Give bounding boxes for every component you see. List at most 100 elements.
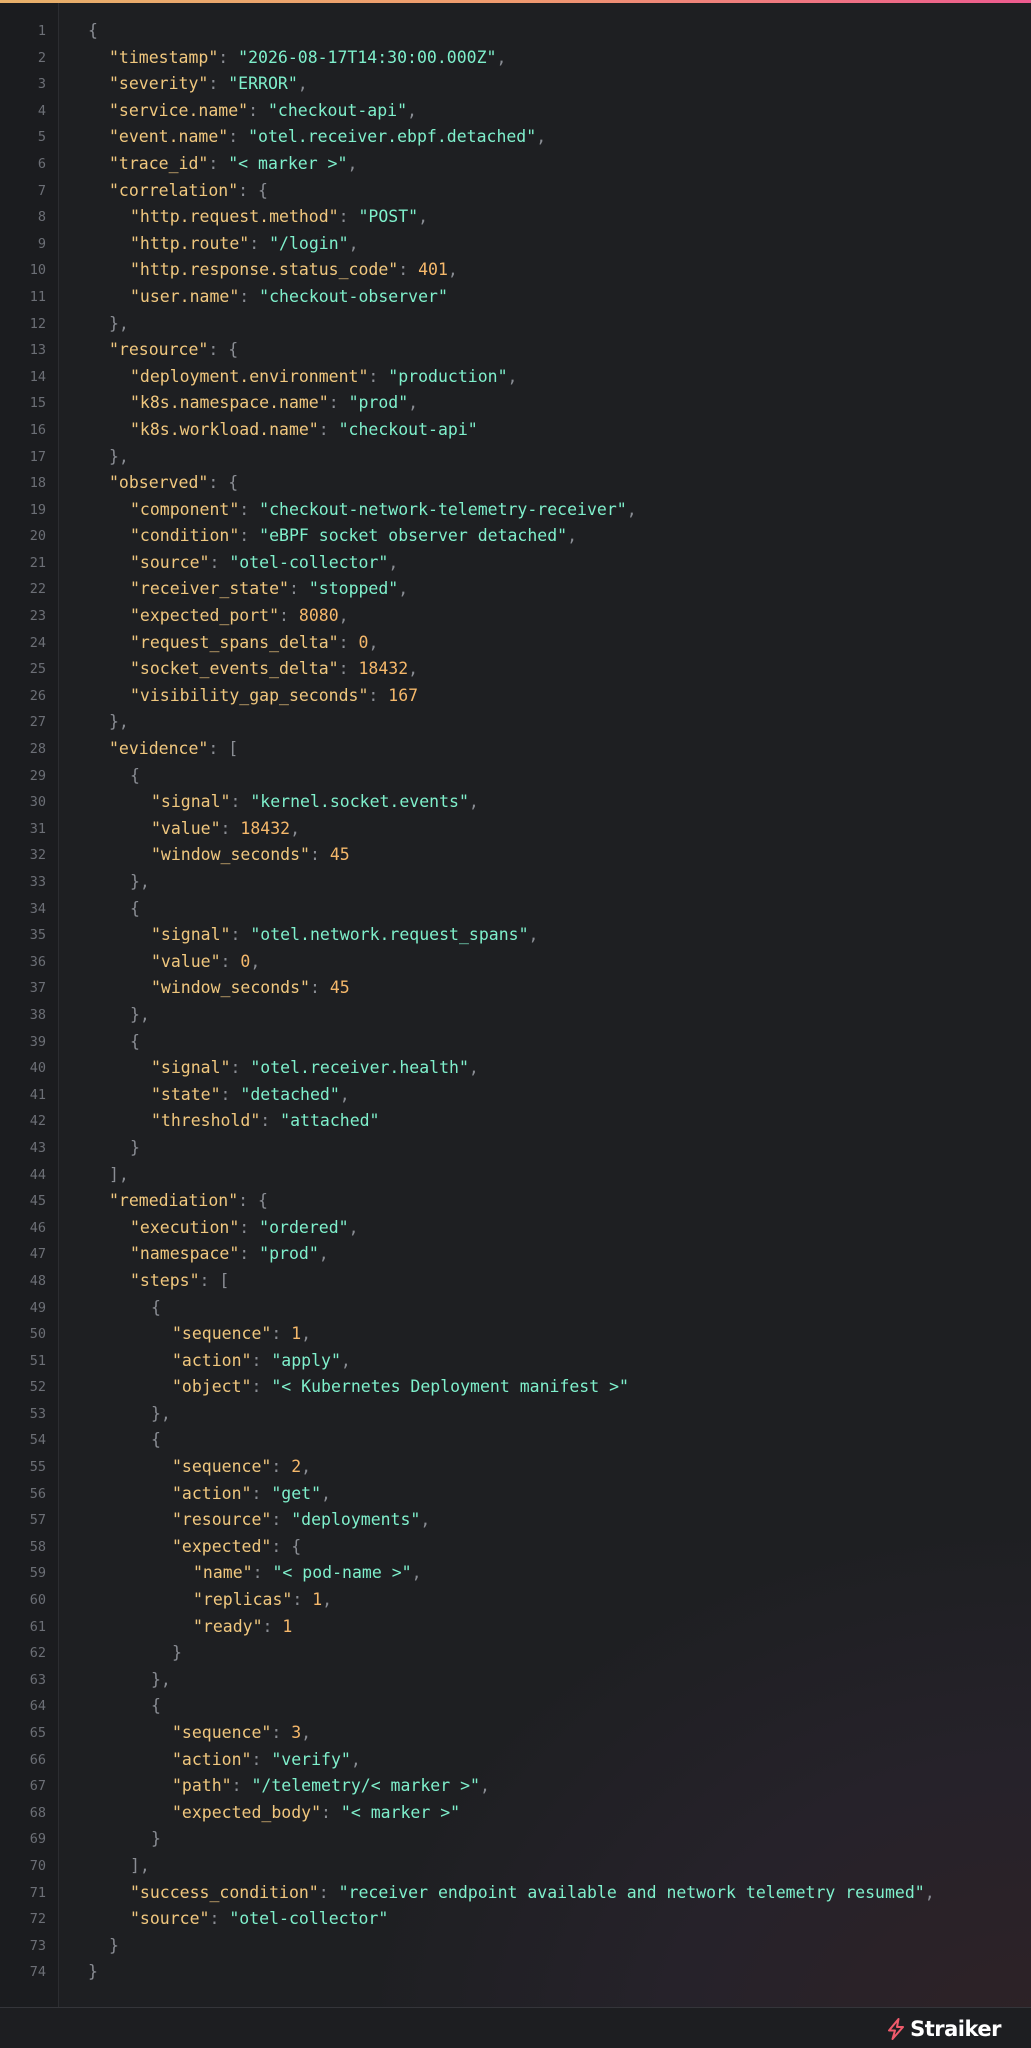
json-string-value: "deployments" [291, 1510, 421, 1530]
json-punctuation: , [528, 925, 539, 945]
code-line: "component": "checkout-network-telemetry… [88, 497, 1018, 524]
json-string-value: "otel-collector" [229, 552, 389, 572]
json-punctuation: : [251, 1749, 272, 1769]
json-string-value: "ERROR" [228, 74, 298, 94]
json-punctuation: : [230, 792, 251, 812]
json-string-value: "get" [271, 1483, 322, 1503]
json-punctuation: , [297, 74, 308, 94]
json-string-value: "otel.network.request_spans" [250, 925, 529, 945]
line-number: 60 [29, 1592, 46, 1609]
json-string-value: "< Kubernetes Deployment manifest >" [271, 1377, 629, 1397]
line-number: 4 [37, 102, 46, 119]
line-number: 35 [29, 927, 46, 944]
json-number-value: 45 [329, 845, 350, 865]
code-line: "sequence": 2, [88, 1454, 1018, 1481]
json-key: "signal" [151, 1058, 231, 1078]
json-key: "ready" [193, 1616, 263, 1636]
code-line: "signal": "otel.network.request_spans", [88, 922, 1018, 949]
json-punctuation: : [220, 818, 241, 838]
json-string-value: "otel.receiver.health" [250, 1058, 469, 1078]
json-punctuation: : { [238, 1191, 268, 1211]
json-punctuation: { [151, 1430, 161, 1450]
json-string-value: "detached" [240, 1084, 340, 1104]
code-line: "timestamp": "2026-08-17T14:30:00.000Z", [88, 45, 1018, 72]
json-key: "namespace" [130, 1244, 240, 1264]
json-key: "window_seconds" [151, 978, 310, 998]
json-punctuation: : [368, 366, 389, 386]
json-punctuation: : { [238, 180, 268, 200]
code-line: } [88, 1640, 1018, 1667]
json-punctuation: , [626, 499, 637, 519]
json-number-value: 1 [312, 1590, 323, 1610]
json-punctuation: { [130, 1031, 140, 1051]
line-number: 7 [37, 182, 46, 199]
code-line: "visibility_gap_seconds": 167 [88, 683, 1018, 710]
json-punctuation: , [479, 1776, 490, 1796]
line-number: 61 [29, 1618, 46, 1635]
json-string-value: "prod" [348, 393, 409, 413]
json-key: "service.name" [109, 100, 249, 120]
json-punctuation: , [411, 1563, 422, 1583]
line-number: 27 [29, 714, 46, 731]
code-line: { [88, 18, 1018, 45]
json-key: "expected_body" [172, 1802, 322, 1822]
json-punctuation: , [388, 552, 399, 572]
json-punctuation: : [ [199, 1270, 230, 1290]
line-number: 67 [29, 1778, 46, 1795]
json-punctuation: : [251, 1350, 272, 1370]
line-number: 29 [29, 767, 46, 784]
json-punctuation: , [496, 47, 507, 67]
json-punctuation: : [ [208, 739, 239, 759]
code-line: { [88, 896, 1018, 923]
json-punctuation: , [407, 100, 417, 120]
json-key: "request_spans_delta" [130, 632, 339, 652]
json-number-value: 401 [418, 260, 448, 280]
json-key: "k8s.workload.name" [130, 419, 319, 439]
line-number: 44 [29, 1166, 46, 1183]
code-line: "state": "detached", [88, 1082, 1018, 1109]
json-punctuation: , [447, 260, 458, 280]
line-number: 73 [29, 1937, 46, 1954]
json-string-value: "production" [388, 366, 508, 386]
json-punctuation: } [130, 1137, 140, 1157]
json-string-value: "verify" [271, 1749, 351, 1769]
json-punctuation: : [252, 1563, 273, 1583]
code-line: "observed": { [88, 470, 1018, 497]
line-number: 57 [29, 1512, 46, 1529]
json-key: "source" [130, 1909, 210, 1929]
json-string-value: "stopped" [308, 579, 399, 599]
json-key: "component" [130, 499, 240, 519]
footer-bar: Straiker [0, 2007, 1031, 2048]
line-number: 36 [29, 953, 46, 970]
json-punctuation: : [338, 632, 359, 652]
line-number: 55 [29, 1459, 46, 1476]
code-line: "resource": { [88, 337, 1018, 364]
line-number: 58 [29, 1538, 46, 1555]
json-punctuation: , [536, 127, 547, 147]
json-string-value: "/telemetry/< marker >" [251, 1776, 480, 1796]
json-key: "value" [151, 818, 221, 838]
json-punctuation: , [368, 632, 379, 652]
json-number-value: 2 [291, 1457, 302, 1477]
line-number: 63 [29, 1671, 46, 1688]
json-punctuation: : [251, 1483, 272, 1503]
line-number: 37 [29, 980, 46, 997]
json-key: "deployment.environment" [130, 366, 369, 386]
lightning-bolt-icon [888, 2018, 905, 2040]
json-number-value: 0 [240, 951, 251, 971]
json-key: "receiver_state" [130, 579, 289, 599]
json-key: "http.route" [130, 233, 250, 253]
json-key: "path" [172, 1776, 232, 1796]
json-string-value: "ordered" [259, 1217, 349, 1237]
json-number-value: 1 [282, 1616, 293, 1636]
code-line: } [88, 1826, 1018, 1853]
json-punctuation: : [251, 1377, 272, 1397]
json-punctuation: , [301, 1457, 312, 1477]
json-key: "state" [151, 1084, 221, 1104]
code-line: "expected": { [88, 1534, 1018, 1561]
line-number: 62 [29, 1645, 46, 1662]
code-line: "window_seconds": 45 [88, 975, 1018, 1002]
json-punctuation: : [338, 659, 359, 679]
json-punctuation: , [321, 1483, 331, 1503]
code-line: }, [88, 1002, 1018, 1029]
